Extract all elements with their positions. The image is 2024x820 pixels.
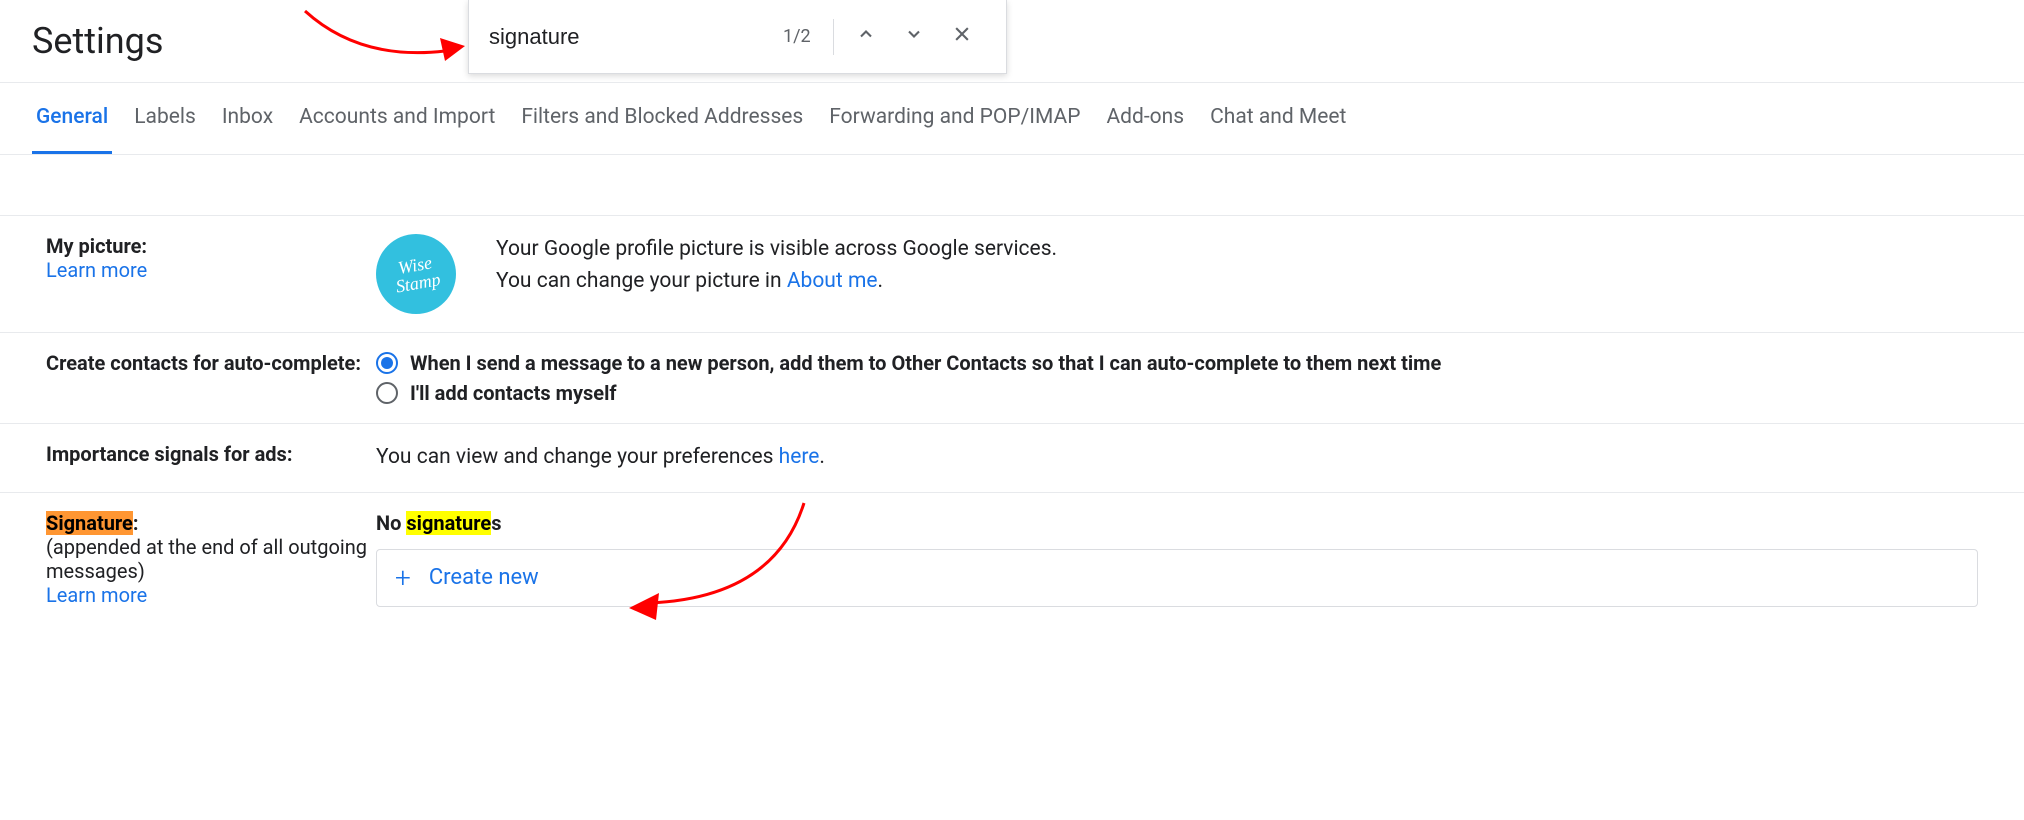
find-close-button[interactable] bbox=[942, 17, 982, 57]
section-signature: Signature: (appended at the end of all o… bbox=[0, 493, 2024, 625]
radio-option-auto-add[interactable]: When I send a message to a new person, a… bbox=[376, 351, 1441, 375]
tab-chat-and-meet[interactable]: Chat and Meet bbox=[1206, 83, 1350, 154]
radio-label: I'll add contacts myself bbox=[410, 381, 617, 405]
tab-general[interactable]: General bbox=[32, 83, 112, 154]
tab-accounts-and-import[interactable]: Accounts and Import bbox=[295, 83, 499, 154]
radio-label: When I send a message to a new person, a… bbox=[410, 351, 1441, 375]
tab-forwarding-and-pop-imap[interactable]: Forwarding and POP/IMAP bbox=[825, 83, 1084, 154]
find-in-page-bar: 1/2 bbox=[468, 0, 1007, 74]
section-my-picture: My picture: Learn more WiseStamp Your Go… bbox=[0, 215, 2024, 333]
radio-option-manual-add[interactable]: I'll add contacts myself bbox=[376, 381, 1441, 405]
find-prev-button[interactable] bbox=[846, 17, 886, 57]
find-count: 1/2 bbox=[783, 26, 811, 47]
signature-highlight: Signature bbox=[46, 511, 133, 535]
section-title: Create contacts for auto-complete: bbox=[46, 351, 376, 375]
chevron-down-icon bbox=[904, 24, 924, 49]
picture-description: Your Google profile picture is visible a… bbox=[496, 234, 1057, 297]
find-input[interactable] bbox=[489, 24, 769, 50]
about-me-link[interactable]: About me bbox=[787, 269, 878, 293]
ads-description: You can view and change your preferences… bbox=[376, 442, 825, 474]
plus-icon: + bbox=[395, 564, 411, 592]
close-icon bbox=[952, 24, 972, 49]
preferences-here-link[interactable]: here bbox=[779, 445, 820, 469]
divider bbox=[833, 19, 834, 55]
page-title: Settings bbox=[32, 20, 163, 62]
section-title: Signature: bbox=[46, 511, 376, 535]
section-title: My picture: bbox=[46, 234, 376, 258]
tabs: General Labels Inbox Accounts and Import Fil… bbox=[0, 83, 2024, 155]
find-next-button[interactable] bbox=[894, 17, 934, 57]
section-title: Importance signals for ads: bbox=[46, 442, 376, 466]
tab-filters-and-blocked-addresses[interactable]: Filters and Blocked Addresses bbox=[517, 83, 807, 154]
section-importance-ads: Importance signals for ads: You can view… bbox=[0, 424, 2024, 493]
learn-more-link[interactable]: Learn more bbox=[46, 258, 147, 282]
learn-more-link[interactable]: Learn more bbox=[46, 583, 147, 607]
radio-unchecked-icon bbox=[376, 382, 398, 404]
tab-add-ons[interactable]: Add-ons bbox=[1102, 83, 1188, 154]
no-signatures-text: No signatures bbox=[376, 511, 1978, 535]
avatar-logo-text: WiseStamp bbox=[391, 252, 442, 295]
tab-labels[interactable]: Labels bbox=[130, 83, 200, 154]
create-new-button[interactable]: + Create new bbox=[376, 549, 1978, 607]
tab-inbox[interactable]: Inbox bbox=[218, 83, 277, 154]
profile-avatar[interactable]: WiseStamp bbox=[376, 234, 456, 314]
signature-desc: (appended at the end of all outgoing mes… bbox=[46, 535, 376, 583]
radio-checked-icon bbox=[376, 352, 398, 374]
section-auto-complete: Create contacts for auto-complete: When … bbox=[0, 333, 2024, 424]
create-new-label: Create new bbox=[429, 565, 539, 590]
chevron-up-icon bbox=[856, 24, 876, 49]
